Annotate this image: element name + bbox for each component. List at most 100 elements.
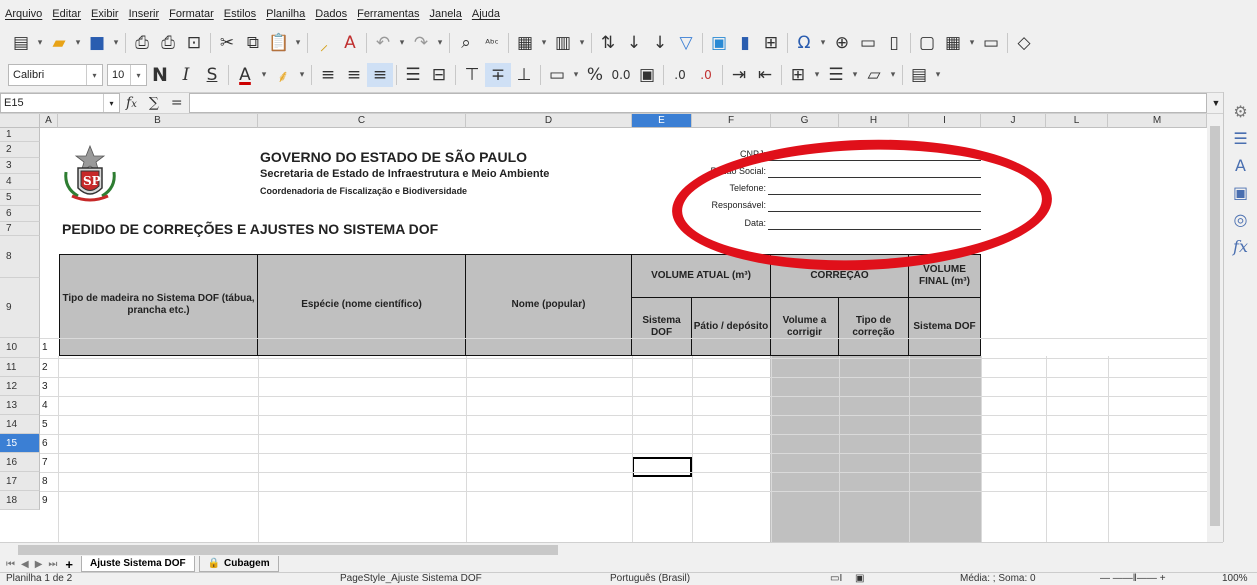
- font-name-select[interactable]: Calibri ▾: [8, 64, 103, 86]
- row-header-16[interactable]: 16: [0, 453, 40, 472]
- percent-icon[interactable]: %: [582, 63, 608, 87]
- row-header-17[interactable]: 17: [0, 472, 40, 491]
- underline-icon[interactable]: S: [199, 63, 225, 87]
- chevron-down-icon[interactable]: ▾: [434, 31, 446, 55]
- column-header-j[interactable]: J: [981, 114, 1046, 128]
- wrap-text-icon[interactable]: ☰: [400, 63, 426, 87]
- last-sheet-icon[interactable]: ⏭: [48, 559, 57, 570]
- border-style-icon[interactable]: ☰: [823, 63, 849, 87]
- menu-arquivo[interactable]: Arquivo: [5, 8, 42, 20]
- item-number[interactable]: 1: [42, 342, 48, 353]
- chevron-down-icon[interactable]: ▾: [34, 31, 46, 55]
- redo-icon[interactable]: ↷: [408, 31, 434, 55]
- export-pdf-icon[interactable]: ⎙: [129, 31, 155, 55]
- border-color-icon[interactable]: ▱: [861, 63, 887, 87]
- function-wizard-icon[interactable]: fx: [126, 95, 137, 111]
- add-sheet-icon[interactable]: +: [65, 557, 73, 572]
- borders-icon[interactable]: ⊞: [785, 63, 811, 87]
- currency-icon[interactable]: ▭: [544, 63, 570, 87]
- row-header-5[interactable]: 5: [0, 190, 40, 206]
- align-center-icon[interactable]: ≡: [341, 63, 367, 87]
- status-language[interactable]: Português (Brasil): [610, 573, 690, 584]
- chevron-down-icon[interactable]: ▾: [576, 31, 588, 55]
- name-box[interactable]: E15 ▾: [0, 93, 120, 113]
- row-header-11[interactable]: 11: [0, 358, 40, 377]
- formula-icon[interactable]: =: [171, 95, 183, 111]
- sort-desc-icon[interactable]: ↓: [647, 31, 673, 55]
- vertical-scroll-thumb[interactable]: [1210, 126, 1220, 526]
- chevron-down-icon[interactable]: ▾: [817, 31, 829, 55]
- row-header-2[interactable]: 2: [0, 142, 40, 158]
- item-number[interactable]: 6: [42, 438, 48, 449]
- header-footer-icon[interactable]: ▯: [881, 31, 907, 55]
- functions-icon[interactable]: fx: [1233, 237, 1248, 256]
- zoom-slider[interactable]: — ——‖—— +: [1100, 573, 1166, 584]
- print-icon[interactable]: ⎙: [155, 31, 181, 55]
- image-icon[interactable]: ▣: [706, 31, 732, 55]
- special-char-icon[interactable]: Ω: [791, 31, 817, 55]
- menu-formatar[interactable]: Formatar: [169, 8, 214, 20]
- selection-mode-icon[interactable]: ▭I: [830, 573, 842, 584]
- date-format-icon[interactable]: ▣: [634, 63, 660, 87]
- undo-icon[interactable]: ↶: [370, 31, 396, 55]
- vertical-scrollbar[interactable]: [1207, 114, 1223, 542]
- conditional-format-icon[interactable]: ▤: [906, 63, 932, 87]
- menu-exibir[interactable]: Exibir: [91, 8, 119, 20]
- row-header-12[interactable]: 12: [0, 377, 40, 396]
- sort-icon[interactable]: ⇅: [595, 31, 621, 55]
- decrease-indent-icon[interactable]: ⇤: [752, 63, 778, 87]
- chevron-down-icon[interactable]: ▾: [887, 63, 899, 87]
- settings-icon[interactable]: ⚙: [1233, 102, 1247, 121]
- sort-asc-icon[interactable]: ↓: [621, 31, 647, 55]
- select-all-corner[interactable]: [0, 114, 40, 128]
- chevron-down-icon[interactable]: ▾: [396, 31, 408, 55]
- align-left-icon[interactable]: ≡: [315, 63, 341, 87]
- column-header-h[interactable]: H: [839, 114, 909, 128]
- align-top-icon[interactable]: ⊤: [459, 63, 485, 87]
- row-header-14[interactable]: 14: [0, 415, 40, 434]
- increase-indent-icon[interactable]: ⇥: [726, 63, 752, 87]
- row-header-6[interactable]: 6: [0, 206, 40, 222]
- highlight-color-icon[interactable]: ⸙: [270, 63, 296, 87]
- chevron-down-icon[interactable]: ▾: [932, 63, 944, 87]
- menu-ferramentas[interactable]: Ferramentas: [357, 8, 419, 20]
- add-decimal-icon[interactable]: .0: [667, 63, 693, 87]
- pivot-icon[interactable]: ⊞: [758, 31, 784, 55]
- chevron-down-icon[interactable]: ▾: [966, 31, 978, 55]
- item-number[interactable]: 9: [42, 495, 48, 506]
- number-format-icon[interactable]: 0.0: [608, 63, 634, 87]
- status-zoom[interactable]: 100%: [1222, 573, 1248, 584]
- show-draw-icon[interactable]: ◇: [1011, 31, 1037, 55]
- row-header-18[interactable]: 18: [0, 491, 40, 510]
- row-header-1[interactable]: 1: [0, 128, 40, 142]
- italic-icon[interactable]: I: [173, 63, 199, 87]
- chevron-down-icon[interactable]: ▾: [86, 65, 102, 85]
- menu-dados[interactable]: Dados: [315, 8, 347, 20]
- column-icon[interactable]: ▥: [550, 31, 576, 55]
- selected-cell-e15[interactable]: [632, 457, 692, 477]
- hyperlink-icon[interactable]: ⊕: [829, 31, 855, 55]
- autofilter-icon[interactable]: ▽: [673, 31, 699, 55]
- item-number[interactable]: 5: [42, 419, 48, 430]
- chevron-down-icon[interactable]: ▾: [72, 31, 84, 55]
- chevron-down-icon[interactable]: ▾: [296, 63, 308, 87]
- chevron-down-icon[interactable]: ▾: [570, 63, 582, 87]
- first-sheet-icon[interactable]: ⏮: [6, 559, 15, 570]
- font-size-select[interactable]: 10 ▾: [107, 64, 147, 86]
- menu-inserir[interactable]: Inserir: [129, 8, 160, 20]
- clone-format-icon[interactable]: ⸝: [311, 31, 337, 55]
- horizontal-scrollbar[interactable]: [0, 542, 1223, 556]
- chevron-down-icon[interactable]: ▾: [110, 31, 122, 55]
- expand-formula-bar-icon[interactable]: ▼: [1209, 98, 1223, 108]
- spelling-icon[interactable]: ᴬᵇᶜ: [479, 31, 505, 55]
- column-header-e[interactable]: E: [632, 114, 692, 128]
- prev-sheet-icon[interactable]: ◀: [21, 559, 29, 570]
- item-number[interactable]: 3: [42, 381, 48, 392]
- column-header-b[interactable]: B: [58, 114, 258, 128]
- column-header-m[interactable]: M: [1108, 114, 1207, 128]
- chevron-down-icon[interactable]: ▾: [258, 63, 270, 87]
- paste-icon[interactable]: 📋: [266, 31, 292, 55]
- row-header-10[interactable]: 10: [0, 338, 40, 358]
- new-icon[interactable]: ▤: [8, 31, 34, 55]
- menu-ajuda[interactable]: Ajuda: [472, 8, 500, 20]
